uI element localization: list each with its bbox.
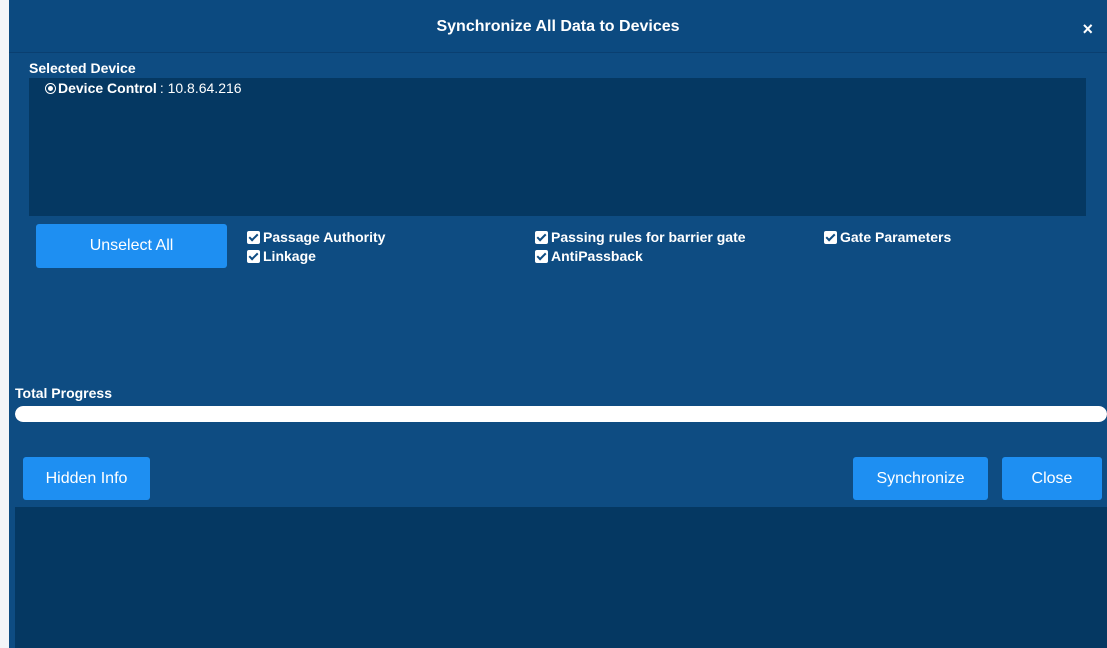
option-label: Linkage bbox=[263, 248, 316, 264]
option-linkage[interactable]: Linkage bbox=[247, 248, 316, 264]
option-passing-rules-barrier-gate[interactable]: Passing rules for barrier gate bbox=[535, 229, 746, 245]
info-log-panel bbox=[15, 507, 1107, 648]
option-label: Passage Authority bbox=[263, 229, 386, 245]
device-address: : 10.8.64.216 bbox=[159, 80, 242, 96]
checkbox-checked-icon[interactable] bbox=[535, 230, 548, 244]
hidden-info-button[interactable]: Hidden Info bbox=[23, 457, 150, 500]
synchronize-button[interactable]: Synchronize bbox=[853, 457, 988, 500]
selected-device-label: Selected Device bbox=[29, 60, 136, 76]
dialog-title: Synchronize All Data to Devices bbox=[436, 18, 680, 35]
option-antipassback[interactable]: AntiPassback bbox=[535, 248, 643, 264]
option-label: Gate Parameters bbox=[840, 229, 952, 245]
device-item[interactable]: Device Control : 10.8.64.216 bbox=[45, 80, 242, 96]
option-passage-authority[interactable]: Passage Authority bbox=[247, 229, 385, 245]
checkbox-checked-icon[interactable] bbox=[247, 230, 260, 244]
device-name: Device Control bbox=[58, 80, 157, 96]
progress-fill bbox=[15, 406, 1107, 422]
checkbox-checked-icon[interactable] bbox=[535, 249, 548, 263]
unselect-all-button[interactable]: Unselect All bbox=[36, 224, 227, 268]
device-list: Device Control : 10.8.64.216 bbox=[29, 78, 1086, 216]
radio-selected-icon[interactable] bbox=[45, 82, 56, 94]
option-gate-parameters[interactable]: Gate Parameters bbox=[824, 229, 951, 245]
option-label: AntiPassback bbox=[551, 248, 643, 264]
option-label: Passing rules for barrier gate bbox=[551, 229, 746, 245]
dialog-titlebar: Synchronize All Data to Devices × bbox=[9, 0, 1107, 53]
checkbox-checked-icon[interactable] bbox=[247, 249, 260, 263]
total-progress-label: Total Progress bbox=[15, 385, 112, 401]
total-progress-bar bbox=[15, 406, 1107, 422]
close-button[interactable]: Close bbox=[1002, 457, 1102, 500]
close-icon[interactable]: × bbox=[1082, 20, 1093, 38]
checkbox-checked-icon[interactable] bbox=[824, 230, 837, 244]
sync-dialog: Synchronize All Data to Devices × Select… bbox=[9, 0, 1107, 648]
